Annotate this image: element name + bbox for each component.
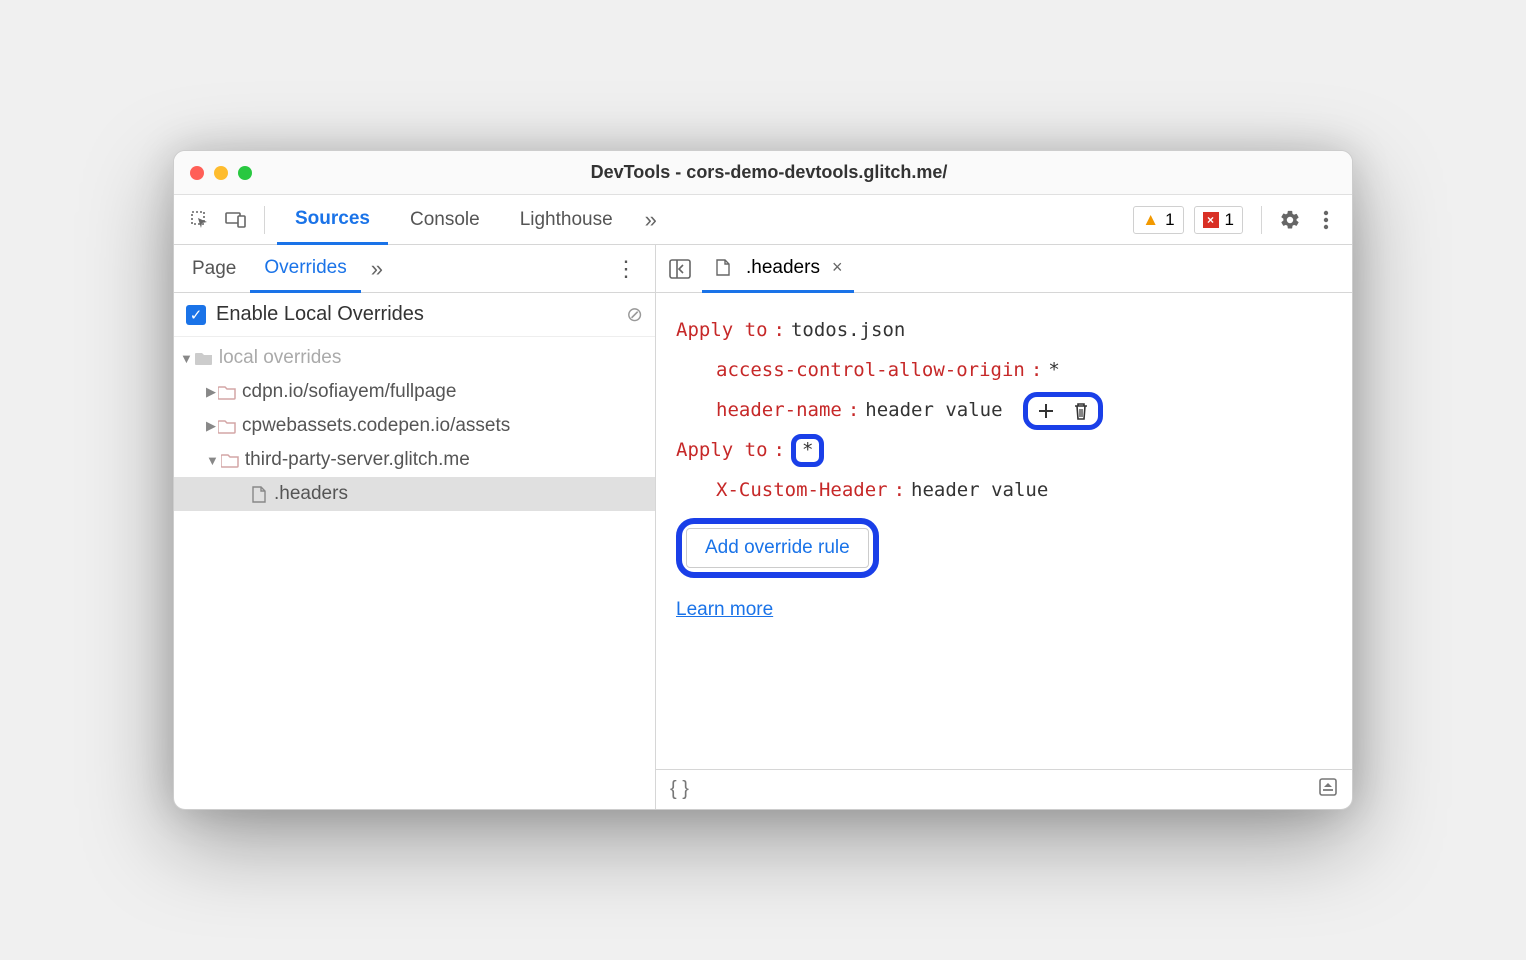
tree-root-label: local overrides [219,347,342,369]
header-key[interactable]: header-name [716,391,842,431]
close-window-button[interactable] [190,166,204,180]
add-rule-highlight: Add override rule [676,518,879,578]
warnings-badge[interactable]: ▲ 1 [1133,206,1183,234]
file-icon [716,259,730,276]
tree-folder[interactable]: ▶ cdpn.io/sofiayem/fullpage [174,375,655,409]
eject-icon[interactable] [1318,778,1338,802]
separator [264,206,265,234]
editor-pane: .headers × Apply to: todos.json access-c… [656,245,1352,809]
tab-sources[interactable]: Sources [277,195,388,245]
tree-root[interactable]: ▼ local overrides [174,341,655,375]
add-header-icon[interactable] [1036,401,1056,421]
window-title: DevTools - cors-demo-devtools.glitch.me/ [252,162,1286,183]
folder-icon [218,419,236,434]
tree-folder-label: cdpn.io/sofiayem/fullpage [242,381,456,403]
header-actions-highlight [1023,392,1103,430]
editor-tab-label: .headers [746,257,820,279]
enable-overrides-label: Enable Local Overrides [216,303,424,326]
tree-folder[interactable]: ▶ cpwebassets.codepen.io/assets [174,409,655,443]
tree-file-headers[interactable]: .headers [174,477,655,511]
more-sidebar-tabs-icon[interactable]: » [361,256,393,282]
minimize-window-button[interactable] [214,166,228,180]
folder-icon [218,385,236,400]
header-row: access-control-allow-origin: * [676,351,1332,391]
device-toggle-icon[interactable] [220,204,252,236]
tab-lighthouse[interactable]: Lighthouse [502,195,631,245]
enable-overrides-checkbox[interactable]: ✓ [186,305,206,325]
apply-to-label: Apply to [676,311,768,351]
title-bar: DevTools - cors-demo-devtools.glitch.me/ [174,151,1352,195]
apply-to-row: Apply to: todos.json [676,311,1332,351]
header-row: header-name: header value [676,391,1332,431]
editor-statusbar: { } [656,769,1352,809]
header-row: X-Custom-Header: header value [676,471,1332,511]
tab-page[interactable]: Page [178,245,250,293]
warning-count: 1 [1165,210,1174,230]
traffic-lights [190,166,252,180]
header-key[interactable]: X-Custom-Header [716,471,888,511]
tree-folder-label: cpwebassets.codepen.io/assets [242,415,510,437]
gear-icon[interactable] [1274,204,1306,236]
close-tab-icon[interactable]: × [832,257,843,278]
header-value[interactable]: header value [911,471,1048,511]
enable-overrides-row: ✓ Enable Local Overrides ⊘ [174,293,655,337]
header-value[interactable]: * [1048,351,1059,391]
apply-to-value[interactable]: todos.json [791,311,905,351]
overrides-tree: ▼ local overrides ▶ cdpn.io/sofiayem/ful… [174,337,655,515]
tab-console[interactable]: Console [392,195,498,245]
clear-config-icon[interactable]: ⊘ [626,302,643,327]
tab-overrides[interactable]: Overrides [250,245,360,293]
editor-file-tab[interactable]: .headers × [702,245,854,293]
wildcard-highlight: * [791,434,824,467]
folder-icon [195,351,213,366]
delete-header-icon[interactable] [1072,401,1090,421]
tree-folder-label: third-party-server.glitch.me [245,449,470,471]
file-icon [252,486,266,503]
pretty-print-icon[interactable]: { } [670,778,689,801]
chevron-down-icon: ▼ [206,453,219,468]
devtools-window: DevTools - cors-demo-devtools.glitch.me/… [173,150,1353,810]
tree-file-label: .headers [274,483,348,505]
tree-folder[interactable]: ▼ third-party-server.glitch.me [174,443,655,477]
sources-sidebar: Page Overrides » ⋮ ✓ Enable Local Overri… [174,245,656,809]
chevron-right-icon: ▶ [206,384,216,400]
body: Page Overrides » ⋮ ✓ Enable Local Overri… [174,245,1352,809]
error-count: 1 [1225,210,1234,230]
kebab-menu-icon[interactable] [1310,204,1342,236]
sidebar-kebab-icon[interactable]: ⋮ [601,256,651,282]
toggle-navigator-icon[interactable] [662,259,698,279]
warning-icon: ▲ [1142,210,1159,230]
editor-tabs: .headers × [656,245,1352,293]
apply-to-label: Apply to [676,431,768,471]
apply-to-value[interactable]: * [802,439,813,461]
folder-icon [221,453,239,468]
maximize-window-button[interactable] [238,166,252,180]
chevron-right-icon: ▶ [206,418,216,434]
errors-badge[interactable]: × 1 [1194,206,1243,234]
more-tabs-icon[interactable]: » [635,207,667,233]
add-override-rule-button[interactable]: Add override rule [686,528,869,568]
sidebar-tabs: Page Overrides » ⋮ [174,245,655,293]
headers-editor: Apply to: todos.json access-control-allo… [656,293,1352,769]
error-icon: × [1203,212,1219,228]
learn-more-link[interactable]: Learn more [676,590,773,630]
apply-to-row: Apply to: * [676,431,1332,471]
main-toolbar: Sources Console Lighthouse » ▲ 1 × 1 [174,195,1352,245]
chevron-down-icon: ▼ [180,351,193,366]
inspect-icon[interactable] [184,204,216,236]
header-value[interactable]: header value [865,391,1002,431]
separator [1261,206,1262,234]
header-key[interactable]: access-control-allow-origin [716,351,1025,391]
